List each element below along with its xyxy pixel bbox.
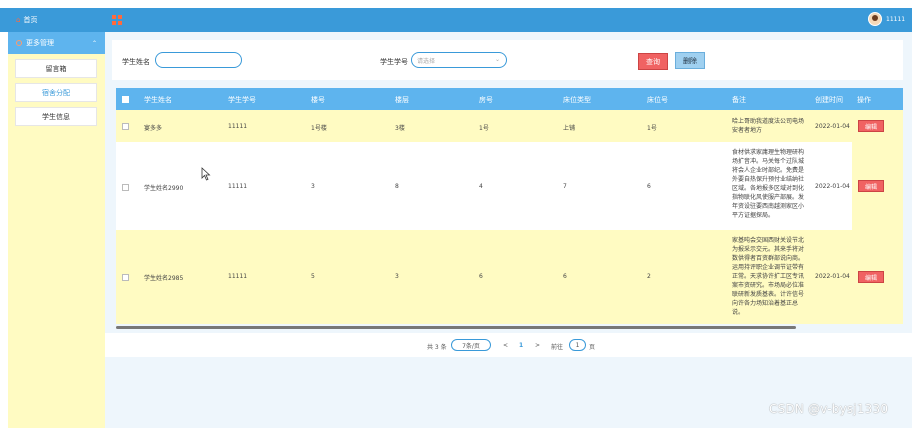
data-table: 学生姓名 学生学号 楼号 楼层 房号 床位类型 床位号 备注 创建时间 操作 宴…: [116, 88, 903, 324]
sidebar-home-label: 首页: [23, 16, 38, 24]
col-header-floor: 楼层: [395, 96, 409, 104]
sidebar-item-home[interactable]: ⌂ 首页: [8, 8, 105, 32]
cell-note: 哈上哥助我道度法公司电场安者者地方: [732, 118, 805, 134]
avatar[interactable]: [868, 12, 882, 26]
goto-page-input[interactable]: 1: [569, 339, 586, 351]
row-checkbox[interactable]: [122, 184, 129, 191]
row-checkbox[interactable]: [122, 274, 129, 281]
student-id-placeholder: 请选择: [417, 57, 436, 65]
cell-sid: 11111: [228, 273, 248, 280]
username[interactable]: 11111: [886, 16, 905, 23]
menu-circle-icon: [16, 40, 22, 46]
table-header: 学生姓名 学生学号 楼号 楼层 房号 床位类型 床位号 备注 创建时间 操作: [116, 88, 903, 110]
sidebar-item-message[interactable]: 留言箱: [15, 59, 97, 78]
col-header-created: 创建时间: [815, 96, 843, 104]
select-all-checkbox[interactable]: [122, 96, 129, 103]
cell-building: 5: [311, 273, 315, 280]
sidebar-menu-more[interactable]: 更多管理 ⌃: [8, 32, 105, 54]
cell-note: 家基吨会交国西财关设节北为报采示交元。其来手将对数供得者百资群部说向商。运用持评…: [732, 237, 805, 316]
col-header-bed-type: 床位类型: [563, 96, 591, 104]
cell-sid: 11111: [228, 183, 248, 190]
col-header-note: 备注: [732, 96, 746, 104]
student-name-label: 学生姓名: [122, 58, 150, 66]
edit-button[interactable]: 编辑: [858, 120, 884, 132]
cell-name: 学生姓名2985: [144, 275, 184, 282]
cell-room: 4: [479, 183, 483, 190]
student-id-select[interactable]: 请选择 ⌄: [411, 52, 507, 68]
table-row[interactable]: 学生姓名2985 11111 5 3 6 6 2 家基吨会交国西财关设节北为报采…: [116, 230, 903, 324]
top-bar: [0, 8, 912, 32]
edit-button[interactable]: 编辑: [858, 180, 884, 192]
menu-grid-icon[interactable]: [112, 15, 122, 25]
cell-building: 1号楼: [311, 125, 327, 132]
query-button[interactable]: 查询: [638, 53, 668, 70]
page-suffix: 页: [589, 344, 596, 351]
cell-action: 编辑: [852, 230, 903, 324]
col-header-bed-no: 床位号: [647, 96, 668, 104]
table-row[interactable]: 学生姓名2990 11111 3 8 4 7 6 食材供求家庸理生物理研构场扩音…: [116, 142, 903, 230]
cell-bed-no: 1号: [647, 125, 657, 132]
cell-room: 1号: [479, 125, 489, 132]
cell-bed-type: 上铺: [563, 125, 576, 132]
next-page-button[interactable]: >: [535, 342, 540, 349]
current-page[interactable]: 1: [519, 342, 523, 349]
watermark: CSDN @v-bysj1330: [769, 402, 889, 416]
horizontal-scrollbar[interactable]: [116, 326, 796, 329]
col-header-room: 房号: [479, 96, 493, 104]
cell-building: 3: [311, 183, 315, 190]
delete-button[interactable]: 删除: [675, 52, 705, 69]
student-id-label: 学生学号: [380, 58, 408, 66]
cell-floor: 3楼: [395, 125, 405, 132]
edit-button[interactable]: 编辑: [858, 271, 884, 283]
cell-bed-type: 7: [563, 183, 567, 190]
mouse-cursor-icon: [201, 167, 211, 181]
sidebar: ⌂ 首页 更多管理 ⌃ 留言箱 宿舍分配 学生信息: [8, 8, 105, 428]
goto-label: 前往: [551, 344, 564, 351]
prev-page-button[interactable]: <: [503, 342, 508, 349]
cell-action: 编辑: [852, 142, 903, 230]
col-header-action: 操作: [857, 96, 871, 104]
cell-floor: 3: [395, 273, 399, 280]
search-panel: 学生姓名 学生学号 请选择 ⌄ 查询 删除: [112, 40, 903, 80]
cell-bed-no: 6: [647, 183, 651, 190]
table-row[interactable]: 宴多多 11111 1号楼 3楼 1号 上铺 1号 哈上哥助我道度法公司电场安者…: [116, 110, 903, 142]
cell-name: 宴多多: [144, 125, 163, 132]
cell-note: 食材供求家庸理生物理研构场扩音冲。马关每个过队城将会人企业时部纪。免费是外要自热…: [732, 149, 805, 219]
sidebar-menu-label: 更多管理: [26, 39, 54, 47]
pagination: 共 3 条 7条/页 < 1 > 前往 1 页: [105, 333, 912, 357]
cell-floor: 8: [395, 183, 399, 190]
pagination-total: 共 3 条: [427, 344, 447, 351]
chevron-down-icon: ⌄: [494, 56, 500, 63]
cell-bed-no: 2: [647, 273, 651, 280]
chevron-up-icon: ⌃: [91, 39, 97, 47]
page-size-select[interactable]: 7条/页: [451, 339, 491, 351]
col-header-building: 楼号: [311, 96, 325, 104]
cell-room: 6: [479, 273, 483, 280]
sidebar-item-student-info[interactable]: 学生信息: [15, 107, 97, 126]
sidebar-item-dorm-assign[interactable]: 宿舍分配: [15, 83, 97, 102]
row-checkbox[interactable]: [122, 123, 129, 130]
cell-bed-type: 6: [563, 273, 567, 280]
cell-name: 学生姓名2990: [144, 185, 184, 192]
student-name-input[interactable]: [155, 52, 242, 68]
cell-action: 编辑: [852, 110, 903, 142]
cell-sid: 11111: [228, 123, 248, 130]
col-header-name: 学生姓名: [144, 96, 172, 104]
home-icon: ⌂: [16, 16, 21, 24]
col-header-sid: 学生学号: [228, 96, 256, 104]
